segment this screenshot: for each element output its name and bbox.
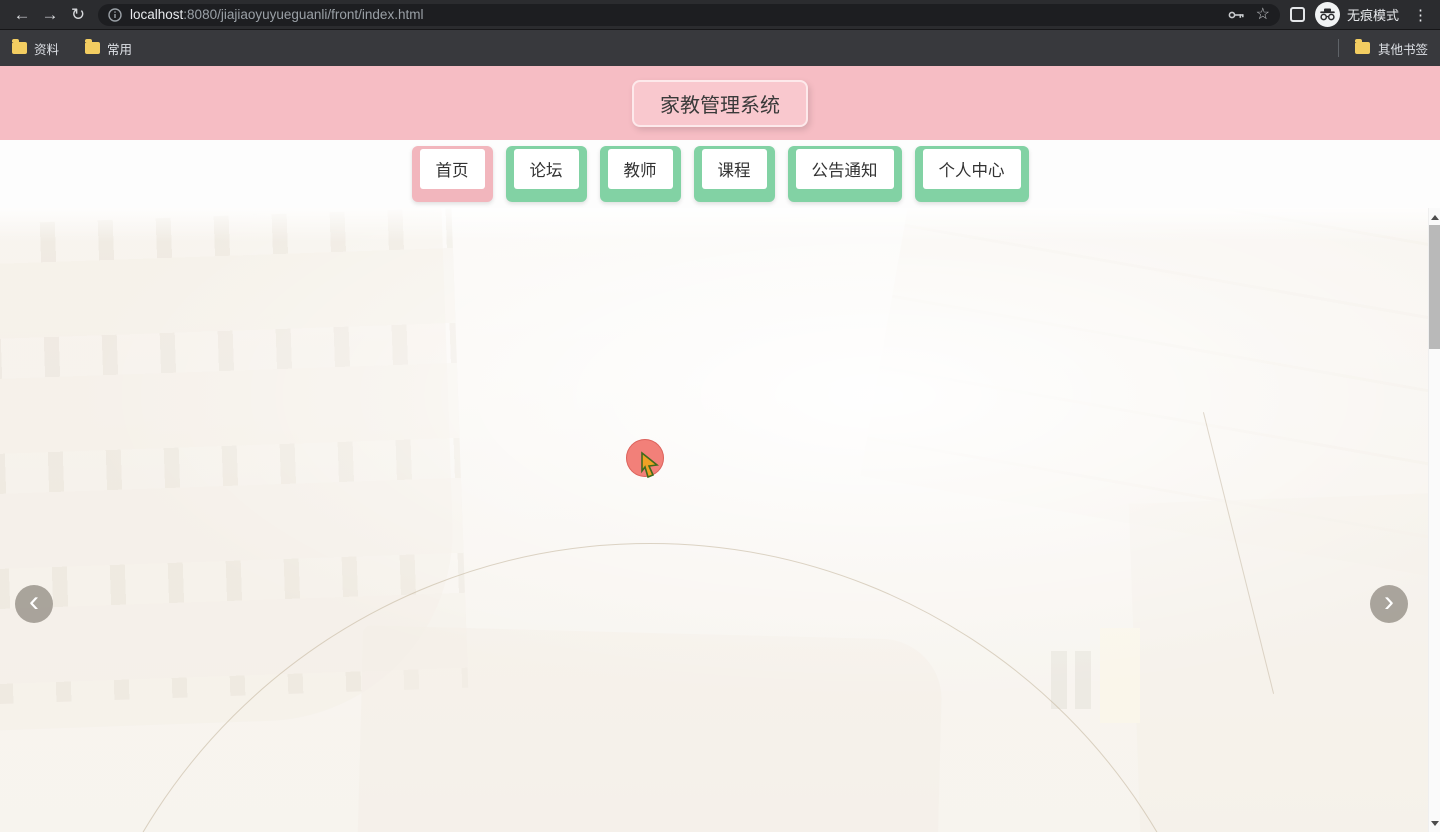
incognito-badge: 无痕模式 [1314,2,1399,27]
other-bookmarks-label: 其他书签 [1377,42,1428,57]
tab-profile[interactable]: 个人中心 [914,146,1029,202]
carousel-prev-button[interactable]: ‹ [15,585,53,623]
tab-label: 个人中心 [922,149,1021,189]
tab-teachers[interactable]: 教师 [599,146,681,202]
password-key-icon[interactable] [1228,10,1244,20]
mouse-cursor-icon [638,451,664,484]
address-bar[interactable]: localhost:8080/jiajiaoyuyueguanli/front/… [98,3,1280,26]
reload-icon[interactable]: ↻ [64,2,92,28]
bookmark-star-icon[interactable]: ☆ [1256,6,1270,23]
tab-label: 教师 [607,149,673,189]
tab-courses[interactable]: 课程 [693,146,775,202]
page-info-icon[interactable] [108,7,122,22]
tab-label: 论坛 [513,149,579,189]
hero-carousel: ‹ › [0,208,1440,832]
tab-home[interactable]: 首页 [411,146,493,202]
bookmark-label: 常用 [107,42,133,57]
chevron-right-icon: › [1384,584,1394,618]
scrollbar-thumb[interactable] [1429,225,1440,349]
folder-icon [1354,39,1370,54]
back-icon[interactable]: ← [8,2,36,28]
url-host: localhost [130,7,184,22]
carousel-next-button[interactable]: › [1370,585,1408,623]
other-bookmarks[interactable]: 其他书签 [1337,39,1428,58]
bookmark-folder-ziliao[interactable]: 资料 [12,39,59,58]
side-panel-icon[interactable] [1289,7,1305,22]
bookmark-label: 资料 [34,42,60,57]
chevron-left-icon: ‹ [29,584,39,618]
url-path: :8080/jiajiaoyuyueguanli/front/index.htm… [183,7,424,22]
folder-icon [12,39,27,54]
bookmarks-separator [1337,39,1339,57]
tab-label: 课程 [701,149,767,189]
page-scrollbar[interactable] [1428,208,1440,832]
browser-toolbar: ← → ↻ localhost:8080/jiajiaoyuyueguanli/… [0,0,1440,30]
url-text: localhost:8080/jiajiaoyuyueguanli/front/… [130,7,423,22]
incognito-mode-label: 无痕模式 [1346,8,1399,23]
bookmark-folder-changyong[interactable]: 常用 [85,39,132,58]
tab-label: 公告通知 [795,149,894,189]
scroll-down-icon[interactable] [1429,817,1440,829]
incognito-icon [1314,2,1340,27]
tab-label: 首页 [419,149,485,189]
tab-announcements[interactable]: 公告通知 [787,146,902,202]
folder-icon [85,39,101,54]
main-navigation: 首页 论坛 教师 课程 公告通知 个人中心 [0,140,1440,208]
browser-menu-icon[interactable]: ⋮ [1409,6,1432,24]
page-title: 家教管理系统 [632,79,808,127]
bookmarks-bar: 资料 常用 其他书签 [0,30,1440,66]
tab-forum[interactable]: 论坛 [505,146,587,202]
site-header: 家教管理系统 [0,66,1440,140]
forward-icon[interactable]: → [36,2,64,28]
scroll-up-icon[interactable] [1429,211,1440,223]
